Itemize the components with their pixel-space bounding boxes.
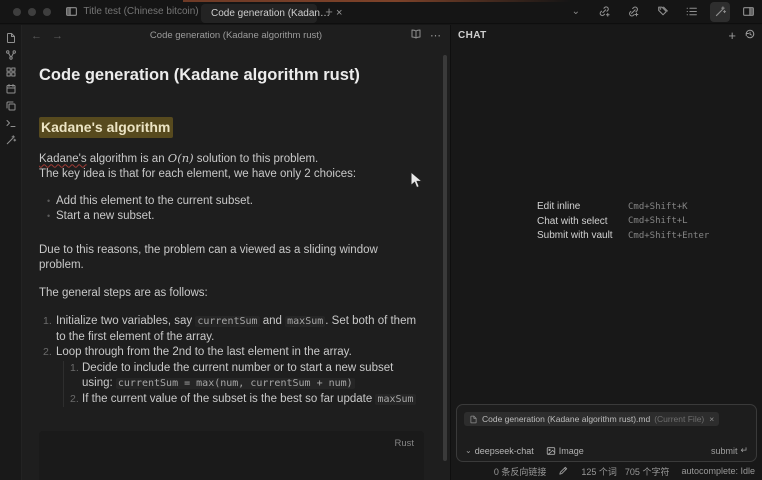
graph-icon[interactable] (2, 46, 19, 63)
history-icon[interactable] (744, 27, 756, 45)
code-language-flair: Rust (394, 436, 414, 452)
titlebar: Title test (Chinese bitcoin) Code genera… (0, 0, 762, 24)
remove-context-icon[interactable]: × (709, 414, 714, 424)
model-name: deepseek-chat (475, 446, 534, 456)
document-body[interactable]: Code generation (Kadane algorithm rust) … (22, 65, 450, 480)
tags-icon[interactable] (652, 2, 672, 22)
chat-pane-header: CHAT + (451, 25, 762, 46)
shortcut-keys: Cmd+Shift+Enter (628, 231, 709, 241)
plugin-toolbar (594, 2, 730, 22)
tab-title-test[interactable]: Title test (Chinese bitcoin) (81, 0, 201, 24)
more-options-icon[interactable]: ⋯ (430, 29, 442, 42)
context-file-name: Code generation (Kadane algorithm rust).… (482, 414, 650, 424)
return-key-icon: ↵ (740, 445, 748, 456)
inline-math: O(n) (168, 151, 194, 165)
add-embed-icon[interactable] (623, 2, 643, 22)
canvas-icon[interactable] (2, 63, 19, 80)
traffic-light-minimize[interactable] (28, 8, 36, 16)
inline-code: currentSum = max(num, currentSum + num) (116, 378, 355, 389)
list-item: If the current value of the subset is th… (82, 392, 424, 408)
terminal-icon[interactable] (2, 114, 19, 131)
traffic-lights (0, 8, 61, 16)
list-item: Decide to include the current number or … (82, 361, 424, 392)
ordered-list: Initialize two variables, say currentSum… (56, 314, 424, 407)
doc-paragraph-2: Due to this reasons, the problem can a v… (39, 243, 424, 274)
reading-view-book-icon[interactable] (410, 28, 422, 43)
chat-pane: CHAT + Edit inline Cmd+Shift+K Chat with… (450, 25, 762, 480)
word-count: 125 个词 (581, 465, 617, 478)
shortcut-label: Chat with select (537, 216, 628, 227)
bullet-list: Add this element to the current subset. … (56, 194, 424, 225)
editor-pane[interactable]: ← → Code generation (Kadane algorithm ru… (22, 25, 450, 480)
context-file-chip[interactable]: Code generation (Kadane algorithm rust).… (464, 412, 719, 426)
editor-pane-header: ← → Code generation (Kadane algorithm ru… (22, 25, 450, 46)
shortcut-label: Edit inline (537, 201, 628, 212)
inline-code: currentSum (195, 316, 259, 327)
traffic-light-close[interactable] (13, 8, 21, 16)
doc-paragraph-3: The general steps are as follows: (39, 286, 424, 302)
list-item: Add this element to the current subset. (56, 194, 424, 210)
quick-switcher-icon[interactable] (2, 29, 19, 46)
left-ribbon (0, 25, 22, 480)
sidebar-right-toggle-icon[interactable] (738, 2, 758, 22)
shortcut-label: Submit with vault (537, 230, 628, 241)
code-block[interactable]: Rust (39, 431, 424, 480)
shortcut-hints: Edit inline Cmd+Shift+K Chat with select… (537, 201, 709, 241)
add-link-icon[interactable] (594, 2, 614, 22)
inline-code: maxSum (375, 394, 415, 405)
model-selector[interactable]: ⌄ deepseek-chat (465, 446, 534, 456)
image-icon (546, 446, 556, 456)
doc-heading-2-highlighted: Kadane's algorithm (39, 117, 173, 138)
tab-code-generation[interactable]: Code generation (Kadan… × (201, 4, 317, 23)
editor-scrollbar[interactable] (443, 55, 447, 461)
nav-back-icon[interactable]: ← (31, 30, 42, 42)
doc-heading-1: Code generation (Kadane algorithm rust) (39, 65, 424, 85)
list-item: Initialize two variables, say currentSum… (56, 314, 424, 345)
app-window: Title test (Chinese bitcoin) Code genera… (0, 0, 762, 480)
sidebar-left-toggle-icon[interactable] (61, 2, 81, 22)
autocomplete-status: autocomplete: Idle (681, 466, 755, 476)
chevron-down-icon: ⌄ (465, 446, 472, 455)
new-tab-button[interactable]: + (317, 4, 341, 19)
note-title-breadcrumb: Code generation (Kadane algorithm rust) (22, 30, 450, 41)
wand-icon[interactable] (2, 131, 19, 148)
tab-label: Title test (Chinese bitcoin) (83, 6, 198, 17)
submit-button[interactable]: submit ↵ (711, 445, 748, 456)
shortcut-keys: Cmd+Shift+L (628, 216, 709, 226)
shortcut-keys: Cmd+Shift+K (628, 202, 709, 212)
chat-input-box[interactable]: Code generation (Kadane algorithm rust).… (456, 404, 757, 462)
char-count: 705 个字符 (625, 465, 670, 478)
attach-image-button[interactable]: Image (546, 446, 584, 456)
image-label: Image (559, 446, 584, 456)
status-bar: 0 条反向链接 125 个词 705 个字符 autocomplete: Idl… (451, 462, 762, 480)
file-icon (469, 415, 478, 424)
list-item: Loop through from the 2nd to the last el… (56, 345, 424, 407)
templates-icon[interactable] (2, 97, 19, 114)
wand-icon[interactable] (710, 2, 730, 22)
backlinks-count[interactable]: 0 条反向链接 (494, 465, 547, 478)
daily-note-icon[interactable] (2, 80, 19, 97)
doc-paragraph-1: Kadane's algorithm is an O(n) solution t… (39, 151, 424, 183)
traffic-light-zoom[interactable] (43, 8, 51, 16)
new-chat-plus-icon[interactable]: + (728, 29, 736, 42)
inline-code: maxSum (285, 316, 325, 327)
tab-label: Code generation (Kadan… (211, 8, 330, 19)
tab-list-chevron-icon[interactable]: ⌄ (572, 6, 580, 17)
chat-panel-title: CHAT (458, 30, 487, 41)
nav-forward-icon[interactable]: → (52, 30, 63, 42)
active-tab-accent-line (183, 0, 571, 2)
nested-ordered-list: Decide to include the current number or … (63, 361, 424, 408)
context-file-tag: (Current File) (654, 414, 704, 424)
edit-mode-pencil-icon[interactable] (558, 465, 569, 478)
list-item: Start a new subset. (56, 209, 424, 225)
outline-list-icon[interactable] (681, 2, 701, 22)
